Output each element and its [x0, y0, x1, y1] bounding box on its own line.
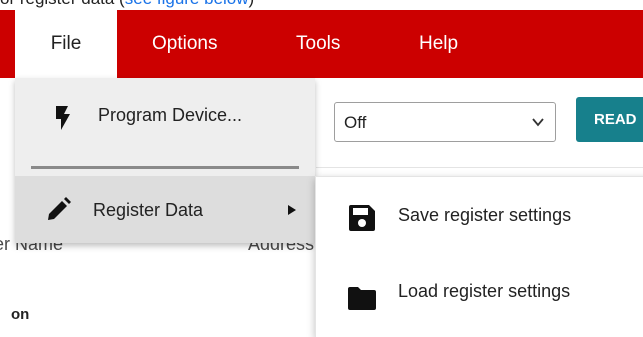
folder-icon [348, 287, 376, 310]
content-divider [316, 167, 643, 168]
submenu-arrow-icon [288, 205, 296, 215]
menu-options[interactable]: Options [152, 10, 217, 78]
file-dropdown-menu: Program Device... Register Data [15, 78, 315, 243]
mode-select[interactable]: Off [334, 102, 556, 142]
pencil-icon [48, 197, 71, 220]
menu-help[interactable]: Help [419, 10, 458, 78]
menu-item-label: Save register settings [398, 205, 572, 225]
menu-separator [31, 166, 299, 169]
lightning-bolt-icon [56, 106, 70, 130]
caption-prefix: or register data ( [0, 0, 125, 8]
menu-item-label: Load register settings [398, 281, 571, 301]
menu-item-register-data[interactable]: Register Data [15, 176, 315, 243]
mode-select-value: Off [344, 113, 367, 132]
chevron-down-icon [532, 118, 544, 127]
menu-tools[interactable]: Tools [296, 10, 340, 78]
caption-link[interactable]: see figure below [125, 0, 249, 8]
top-caption: or register data (see figure below) [0, 0, 254, 9]
menu-item-save-register-settings[interactable]: Save register settings [316, 181, 643, 255]
top-caption-strip: or register data (see figure below) [0, 0, 643, 10]
menu-item-program-device[interactable]: Program Device... [15, 78, 315, 158]
menu-bar: File Options Tools Help [0, 10, 643, 78]
read-button[interactable]: READ [576, 97, 643, 142]
menu-item-label: Register Data [93, 200, 204, 220]
caption-suffix: ) [249, 0, 255, 8]
floppy-disk-icon [349, 205, 375, 231]
menu-file[interactable]: File [15, 10, 117, 78]
menu-item-label: Program Device... [98, 105, 243, 125]
register-data-submenu: Save register settings Load register set… [315, 176, 643, 337]
menu-item-load-register-settings[interactable]: Load register settings [316, 257, 643, 331]
section-label: on [11, 306, 30, 323]
